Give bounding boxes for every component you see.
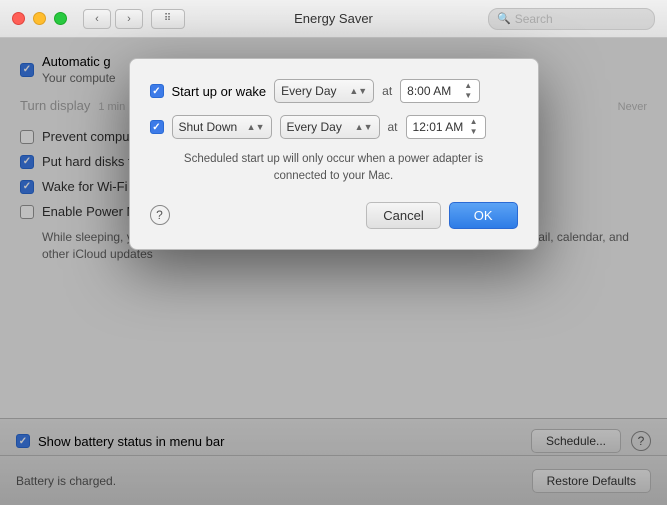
app-grid-button[interactable]: ⠿ [151,9,185,29]
startup-time-stepper[interactable]: 8:00 AM ▲ ▼ [400,79,480,103]
modal-overlay: Start up or wake Every Day ▲▼ at 8:00 AM… [0,38,667,505]
startup-time-down-button[interactable]: ▼ [463,91,473,101]
forward-button[interactable]: › [115,9,143,29]
back-button[interactable]: ‹ [83,9,111,29]
startup-schedule-value: Every Day [281,84,345,98]
startup-schedule-dropdown[interactable]: Every Day ▲▼ [274,79,374,103]
close-button[interactable] [12,12,25,25]
startup-time-up-button[interactable]: ▲ [463,81,473,91]
shutdown-time-value: 12:01 AM [413,120,469,134]
search-box[interactable]: 🔍 Search [488,8,655,30]
traffic-lights [12,12,67,25]
maximize-button[interactable] [54,12,67,25]
startup-at-label: at [382,84,392,98]
action-dropdown[interactable]: Shut Down ▲▼ [172,115,272,139]
shutdown-time-stepper[interactable]: 12:01 AM ▲ ▼ [406,115,486,139]
shutdown-schedule-dropdown[interactable]: Every Day ▲▼ [280,115,380,139]
search-placeholder: Search [515,12,553,26]
shutdown-time-stepper-buttons: ▲ ▼ [469,117,479,137]
nav-buttons: ‹ › [83,9,143,29]
title-bar: ‹ › ⠿ Energy Saver 🔍 Search [0,0,667,38]
modal-footer: ? Cancel OK [150,202,518,229]
search-icon: 🔍 [497,12,511,25]
modal-row-2: Shut Down ▲▼ Every Day ▲▼ at 12:01 AM ▲ … [150,115,518,139]
modal-help-button[interactable]: ? [150,205,170,225]
shutdown-checkbox[interactable] [150,120,164,134]
shutdown-time-down-button[interactable]: ▼ [469,127,479,137]
ok-button[interactable]: OK [449,202,518,229]
startup-schedule-arrow-icon: ▲▼ [349,86,367,96]
shutdown-schedule-value: Every Day [287,120,351,134]
modal-row-1: Start up or wake Every Day ▲▼ at 8:00 AM… [150,79,518,103]
shutdown-time-up-button[interactable]: ▲ [469,117,479,127]
shutdown-at-label: at [388,120,398,134]
startup-label: Start up or wake [172,84,267,99]
action-dropdown-arrow-icon: ▲▼ [247,122,265,132]
minimize-button[interactable] [33,12,46,25]
cancel-button[interactable]: Cancel [366,202,440,229]
action-dropdown-value: Shut Down [179,120,243,134]
startup-time-value: 8:00 AM [407,84,463,98]
schedule-modal: Start up or wake Every Day ▲▼ at 8:00 AM… [129,58,539,250]
shutdown-schedule-arrow-icon: ▲▼ [355,122,373,132]
startup-time-stepper-buttons: ▲ ▼ [463,81,473,101]
startup-checkbox[interactable] [150,84,164,98]
modal-note: Scheduled start up will only occur when … [150,151,518,186]
window-title: Energy Saver [294,11,373,26]
